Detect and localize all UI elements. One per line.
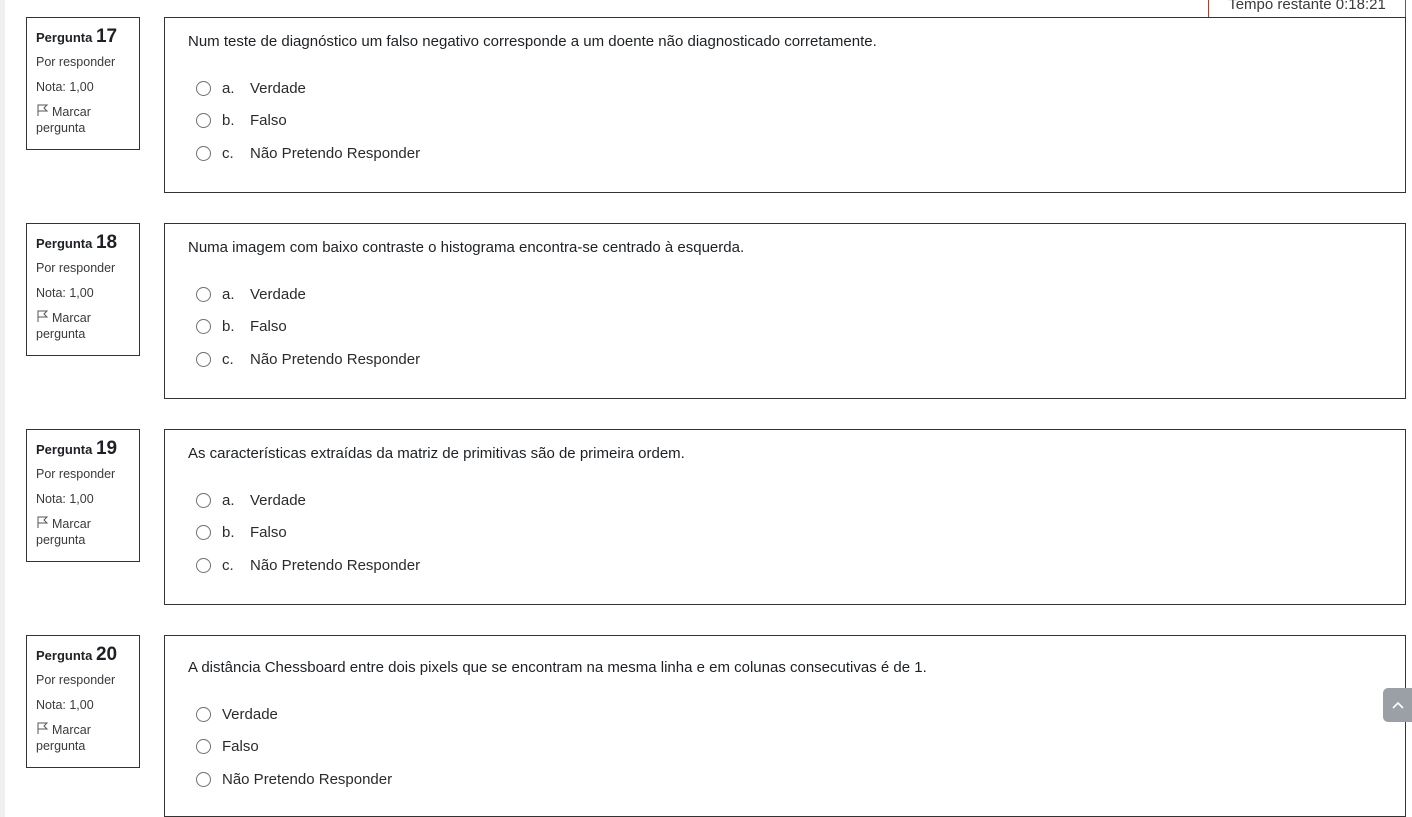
answer-option[interactable]: a. Verdade (196, 77, 306, 99)
answer-label: Verdade (222, 705, 278, 723)
question-text: Numa imagem com baixo contraste o histog… (188, 239, 745, 256)
page-left-strip (0, 0, 5, 817)
chevron-up-icon (1392, 701, 1404, 709)
answer-letter: c. (222, 556, 234, 574)
question-grade: Nota: 1,00 (36, 698, 94, 712)
question-number: 17 (95, 26, 118, 47)
question-content: Num teste de diagnóstico um falso negati… (164, 17, 1406, 193)
radio-button[interactable] (196, 286, 211, 302)
question-state: Por responder (36, 467, 116, 481)
answer-label: Verdade (250, 79, 306, 97)
answer-letter: c. (222, 144, 234, 162)
radio-button[interactable] (196, 557, 211, 573)
question-state: Por responder (36, 55, 116, 69)
answer-option[interactable]: c. Não Pretendo Responder (196, 348, 420, 370)
radio-button[interactable] (196, 351, 211, 367)
answer-letter: a. (222, 79, 235, 97)
question-info: Pergunta 20 Por responder Nota: 1,00 Mar… (26, 635, 140, 768)
answer-label: Não Pretendo Responder (250, 144, 421, 162)
answer-option[interactable]: Não Pretendo Responder (196, 768, 392, 790)
question-number: 20 (95, 644, 118, 665)
radio-button[interactable] (196, 318, 211, 334)
flag-icon (37, 104, 49, 116)
answer-option[interactable]: Verdade (196, 703, 278, 725)
radio-button[interactable] (196, 706, 211, 722)
flag-question-link[interactable]: Marcar pergunta (36, 516, 133, 548)
question-state: Por responder (36, 673, 116, 687)
answer-option[interactable]: b. Falso (196, 521, 287, 543)
answer-label: Verdade (250, 285, 306, 303)
radio-button[interactable] (196, 145, 211, 161)
answer-label: Falso (222, 737, 259, 755)
question-title-prefix: Pergunta (36, 30, 93, 45)
scroll-to-top-button[interactable] (1383, 688, 1412, 722)
question-content: Numa imagem com baixo contraste o histog… (164, 223, 1406, 399)
question-text: A distância Chessboard entre dois pixels… (188, 659, 927, 676)
question-title-prefix: Pergunta (36, 442, 93, 457)
question-title-prefix: Pergunta (36, 648, 93, 663)
question-number: 18 (95, 232, 118, 253)
answer-label: Falso (250, 523, 287, 541)
answer-label: Não Pretendo Responder (222, 770, 393, 788)
radio-button[interactable] (196, 738, 211, 754)
answer-letter: c. (222, 350, 234, 368)
answer-label: Não Pretendo Responder (250, 350, 421, 368)
answer-option[interactable]: c. Não Pretendo Responder (196, 142, 420, 164)
question-title: Pergunta 18 (36, 232, 133, 256)
question-title: Pergunta 20 (36, 644, 133, 668)
answer-option[interactable]: b. Falso (196, 109, 287, 131)
radio-button[interactable] (196, 524, 211, 540)
question-grade: Nota: 1,00 (36, 492, 94, 506)
radio-button[interactable] (196, 492, 211, 508)
flag-icon (37, 722, 49, 734)
answer-option[interactable]: a. Verdade (196, 489, 306, 511)
answer-label: Falso (250, 317, 287, 335)
answer-label: Verdade (250, 491, 306, 509)
question-title-prefix: Pergunta (36, 236, 93, 251)
question-grade: Nota: 1,00 (36, 80, 94, 94)
question-info: Pergunta 17 Por responder Nota: 1,00 Mar… (26, 17, 140, 150)
answer-letter: a. (222, 491, 235, 509)
question-text: Num teste de diagnóstico um falso negati… (188, 33, 877, 50)
answer-label: Falso (250, 111, 287, 129)
answer-letter: b. (222, 523, 235, 541)
question-state: Por responder (36, 261, 116, 275)
answer-option[interactable]: c. Não Pretendo Responder (196, 554, 420, 576)
time-remaining: Tempo restante 0:18:21 (1208, 0, 1406, 18)
answer-option[interactable]: Falso (196, 735, 259, 757)
answer-option[interactable]: b. Falso (196, 315, 287, 337)
question-title: Pergunta 19 (36, 438, 133, 462)
radio-button[interactable] (196, 80, 211, 96)
radio-button[interactable] (196, 112, 211, 128)
question-number: 19 (95, 438, 118, 459)
question-title: Pergunta 17 (36, 26, 133, 50)
flag-question-link[interactable]: Marcar pergunta (36, 104, 133, 136)
flag-icon (37, 310, 49, 322)
answer-label: Não Pretendo Responder (250, 556, 421, 574)
question-grade: Nota: 1,00 (36, 286, 94, 300)
radio-button[interactable] (196, 771, 211, 787)
answer-letter: b. (222, 111, 235, 129)
answer-letter: a. (222, 285, 235, 303)
question-info: Pergunta 18 Por responder Nota: 1,00 Mar… (26, 223, 140, 356)
question-text: As características extraídas da matriz d… (188, 445, 685, 462)
flag-icon (37, 516, 49, 528)
flag-question-link[interactable]: Marcar pergunta (36, 310, 133, 342)
question-content: A distância Chessboard entre dois pixels… (164, 635, 1406, 817)
answer-letter: b. (222, 317, 235, 335)
question-info: Pergunta 19 Por responder Nota: 1,00 Mar… (26, 429, 140, 562)
question-content: As características extraídas da matriz d… (164, 429, 1406, 605)
answer-option[interactable]: a. Verdade (196, 283, 306, 305)
flag-question-link[interactable]: Marcar pergunta (36, 722, 133, 754)
